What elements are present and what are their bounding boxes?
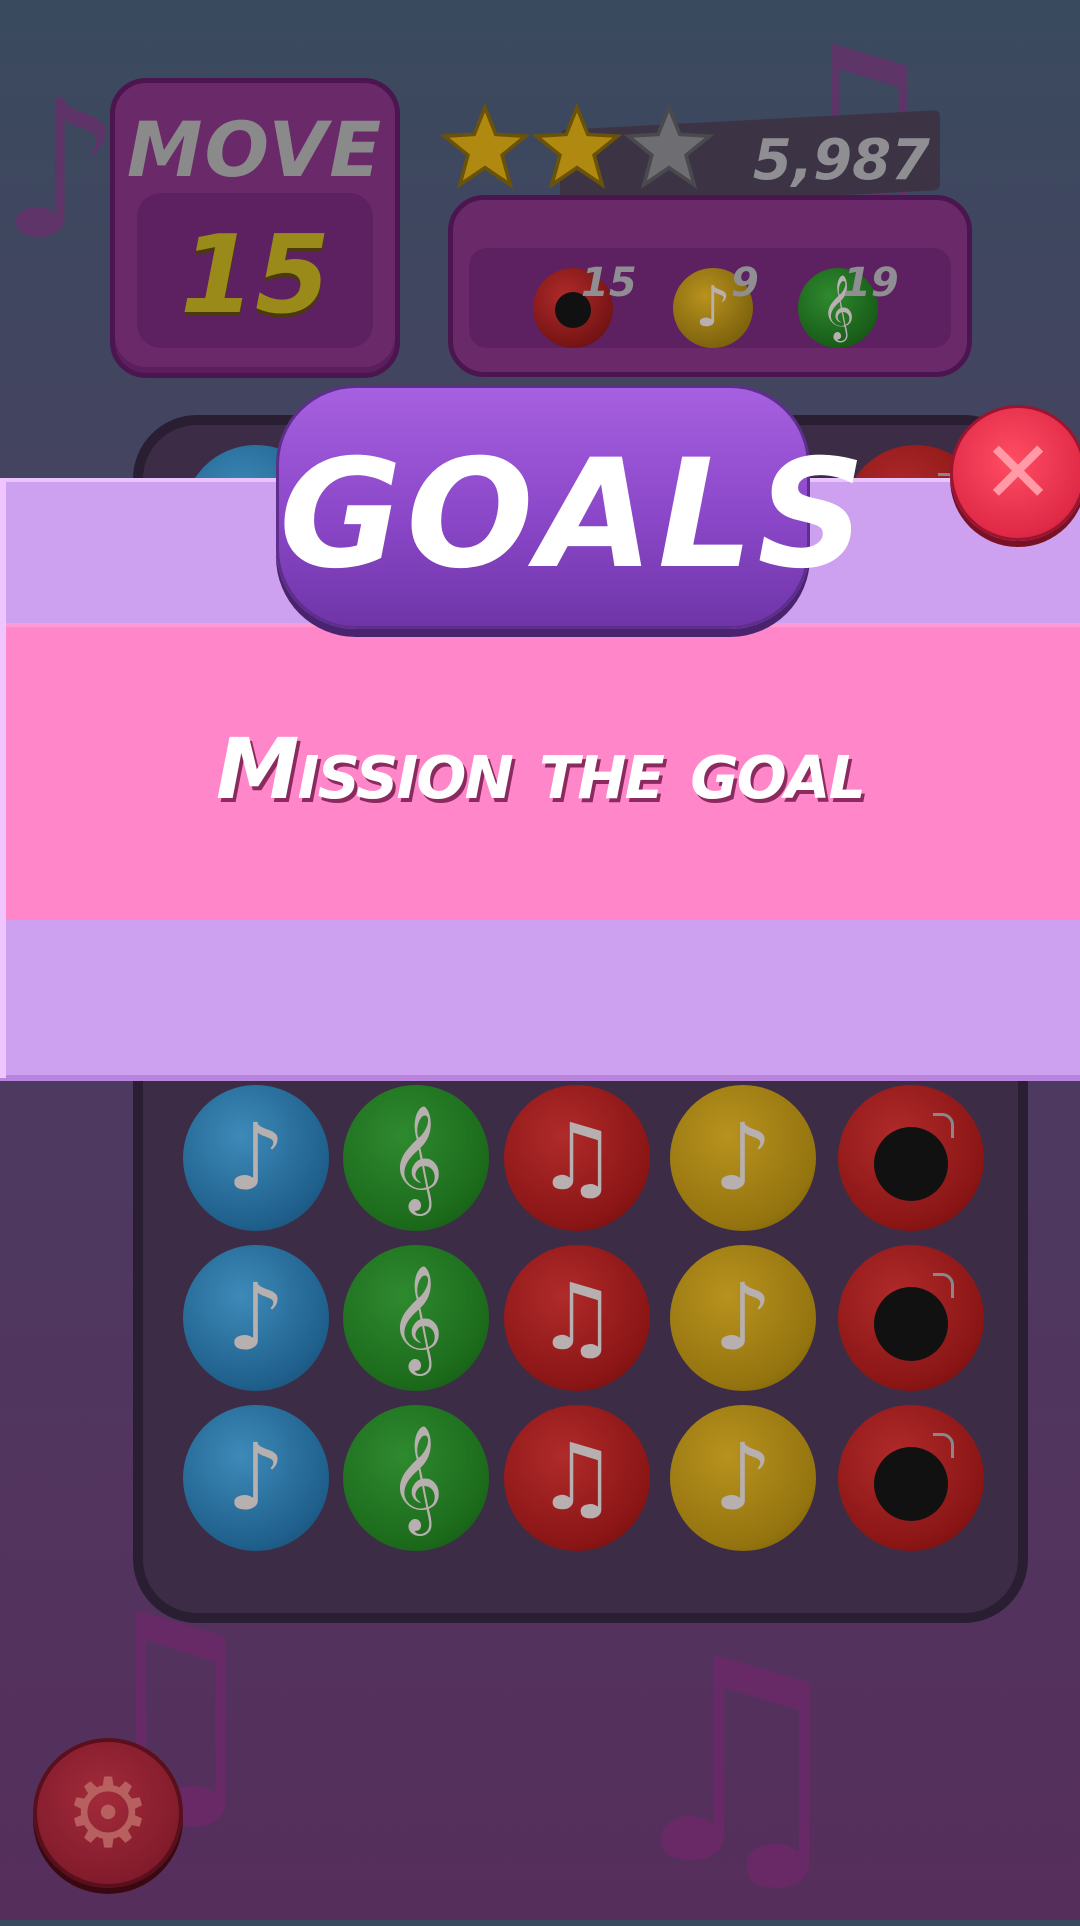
- score-value: 5,987: [752, 128, 930, 193]
- goal-bomb-count: 15: [581, 260, 637, 306]
- background-note-icon: ♫: [610, 1600, 862, 1926]
- goals-message: Mission the goal: [215, 720, 866, 818]
- board-tile-green-clef[interactable]: 𝄞: [343, 1085, 489, 1231]
- board-tile-blue-note[interactable]: ♪: [183, 1245, 329, 1391]
- note-icon: ♪: [713, 1424, 773, 1531]
- board-tile-yellow-note[interactable]: ♪: [670, 1085, 816, 1231]
- goals-title-plate: GOALS: [276, 385, 870, 629]
- moves-panel: MOVE 15: [110, 78, 400, 378]
- board-tile-red-notes[interactable]: ♫: [504, 1405, 650, 1551]
- board-tile-red-bomb[interactable]: [838, 1405, 984, 1551]
- goal-clef-count: 19: [843, 260, 899, 306]
- treble-clef-icon: 𝄞: [388, 1424, 444, 1531]
- board-tile-yellow-note[interactable]: ♪: [670, 1405, 816, 1551]
- goals-title: GOALS: [279, 428, 870, 602]
- note-icon: ♪: [226, 1264, 286, 1371]
- close-icon: ✕: [981, 423, 1055, 523]
- settings-button[interactable]: ⚙: [33, 1738, 183, 1888]
- star-icon-filled: [532, 102, 622, 190]
- note-icon: ♪: [713, 1104, 773, 1211]
- double-note-icon: ♫: [535, 1424, 619, 1531]
- moves-label: MOVE: [126, 105, 384, 194]
- note-icon: ♪: [226, 1104, 286, 1211]
- bomb-icon: [874, 1433, 954, 1521]
- board-tile-blue-note[interactable]: ♪: [183, 1085, 329, 1231]
- double-note-icon: ♫: [535, 1104, 619, 1211]
- moves-counter-box: 15: [137, 193, 373, 348]
- note-icon: ♪: [226, 1424, 286, 1531]
- board-tile-red-bomb[interactable]: [838, 1085, 984, 1231]
- board-tile-red-bomb[interactable]: [838, 1245, 984, 1391]
- treble-clef-icon: 𝄞: [388, 1264, 444, 1371]
- board-tile-red-notes[interactable]: ♫: [504, 1245, 650, 1391]
- close-button[interactable]: ✕: [950, 405, 1080, 541]
- board-tile-red-notes[interactable]: ♫: [504, 1085, 650, 1231]
- board-tile-yellow-note[interactable]: ♪: [670, 1245, 816, 1391]
- board-tile-blue-note[interactable]: ♪: [183, 1405, 329, 1551]
- goal-note-count: 9: [731, 260, 759, 306]
- star-icon-filled: [440, 102, 530, 190]
- board-tile-green-clef[interactable]: 𝄞: [343, 1245, 489, 1391]
- goals-panel: 15 ♪ 9 𝄞 19: [448, 195, 972, 377]
- board-tile-green-clef[interactable]: 𝄞: [343, 1405, 489, 1551]
- background-note-icon: ♪: [0, 60, 122, 281]
- star-icon-empty: [624, 102, 714, 190]
- gear-icon: ⚙: [64, 1757, 152, 1869]
- goals-overlay-band-bottom: [0, 920, 1080, 1081]
- treble-clef-icon: 𝄞: [388, 1104, 444, 1211]
- bomb-icon: [874, 1113, 954, 1201]
- double-note-icon: ♫: [535, 1264, 619, 1371]
- moves-remaining: 15: [179, 213, 331, 338]
- bomb-icon: [874, 1273, 954, 1361]
- note-icon: ♪: [713, 1264, 773, 1371]
